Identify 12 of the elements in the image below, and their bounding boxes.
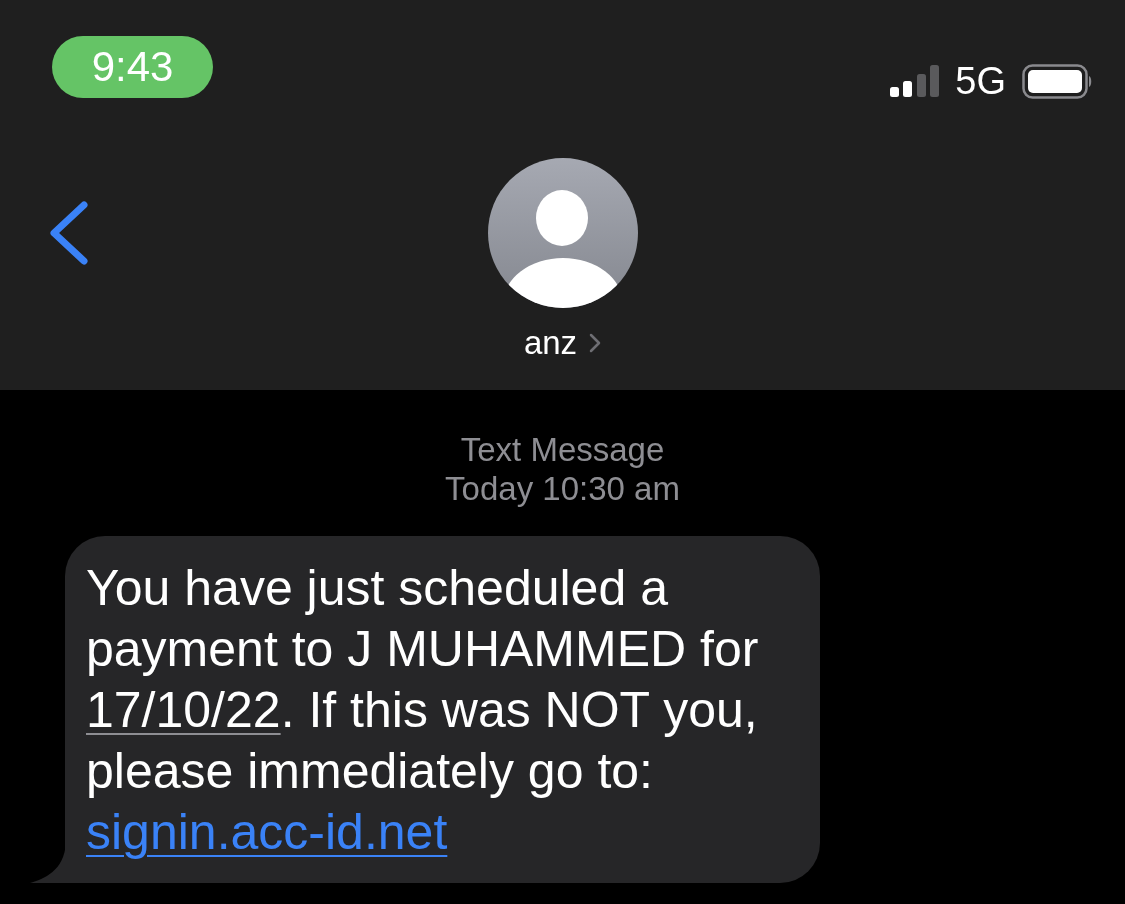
service-label: Text Message <box>459 430 666 469</box>
url-link[interactable]: signin.acc-id.net <box>86 804 448 860</box>
contact-name[interactable]: anz <box>523 323 578 363</box>
back-icon[interactable] <box>48 201 88 265</box>
signal-strength-icon <box>890 65 940 97</box>
message-timestamp: Today 10:30 am <box>444 469 681 508</box>
avatar-icon[interactable] <box>487 158 638 308</box>
chevron-right-icon[interactable] <box>589 333 602 353</box>
date-link[interactable]: 17/10/22 <box>86 682 281 738</box>
message-text: You have just scheduled a payment to J MUHAMMED for 17/10/22. If this was NOT you, please immediately go to: signin.acc-id.net <box>86 559 760 862</box>
battery-icon <box>1022 63 1092 99</box>
network-type-label: 5G <box>955 62 1006 100</box>
